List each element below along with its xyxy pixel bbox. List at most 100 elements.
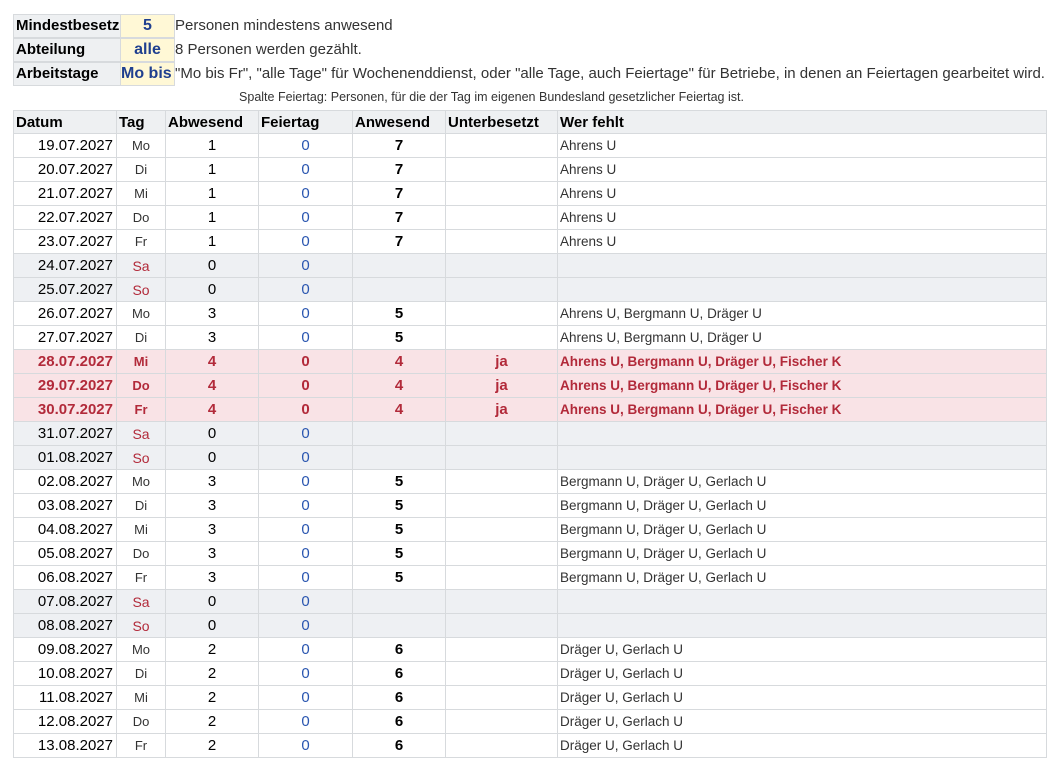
cell-tag[interactable]: Mi — [116, 685, 166, 710]
cell-unterbesetzt[interactable] — [445, 421, 558, 446]
cell-abwesend[interactable]: 1 — [165, 229, 259, 254]
cell-anwesend[interactable]: 5 — [352, 301, 446, 326]
cell-abwesend[interactable]: 2 — [165, 733, 259, 758]
cell-unterbesetzt[interactable] — [445, 685, 558, 710]
cell-unterbesetzt[interactable] — [445, 733, 558, 758]
cell-tag[interactable]: Do — [116, 541, 166, 566]
cell-anwesend[interactable]: 7 — [352, 205, 446, 230]
cell-abwesend[interactable]: 1 — [165, 181, 259, 206]
cell-abwesend[interactable]: 4 — [165, 397, 259, 422]
cell-unterbesetzt[interactable] — [445, 661, 558, 686]
cell-feiertag[interactable]: 0 — [258, 613, 353, 638]
cell-anwesend[interactable]: 6 — [352, 709, 446, 734]
cell-feiertag[interactable]: 0 — [258, 325, 353, 350]
cell-datum[interactable]: 03.08.2027 — [13, 493, 117, 518]
cell-datum[interactable]: 30.07.2027 — [13, 397, 117, 422]
cell-unterbesetzt[interactable] — [445, 493, 558, 518]
cell-datum[interactable]: 08.08.2027 — [13, 613, 117, 638]
cell-datum[interactable]: 07.08.2027 — [13, 589, 117, 614]
cell-feiertag[interactable]: 0 — [258, 733, 353, 758]
cell-tag[interactable]: Mo — [116, 301, 166, 326]
cell-tag[interactable]: Fr — [116, 229, 166, 254]
cell-anwesend[interactable]: 6 — [352, 685, 446, 710]
cell-datum[interactable]: 11.08.2027 — [13, 685, 117, 710]
cell-anwesend[interactable]: 7 — [352, 229, 446, 254]
cell-tag[interactable]: Di — [116, 325, 166, 350]
cell-abwesend[interactable]: 3 — [165, 469, 259, 494]
cell-unterbesetzt[interactable] — [445, 181, 558, 206]
cell-tag[interactable]: Mi — [116, 517, 166, 542]
cell-wer-fehlt[interactable]: Ahrens U, Bergmann U, Dräger U — [557, 325, 1047, 350]
cell-feiertag[interactable]: 0 — [258, 517, 353, 542]
setting-value-cell[interactable]: 5 — [120, 14, 175, 38]
cell-unterbesetzt[interactable] — [445, 613, 558, 638]
cell-feiertag[interactable]: 0 — [258, 133, 353, 158]
cell-abwesend[interactable]: 1 — [165, 205, 259, 230]
cell-wer-fehlt[interactable]: Bergmann U, Dräger U, Gerlach U — [557, 565, 1047, 590]
cell-wer-fehlt[interactable] — [557, 589, 1047, 614]
cell-wer-fehlt[interactable]: Dräger U, Gerlach U — [557, 709, 1047, 734]
cell-tag[interactable]: Do — [116, 205, 166, 230]
cell-datum[interactable]: 23.07.2027 — [13, 229, 117, 254]
cell-anwesend[interactable]: 6 — [352, 637, 446, 662]
cell-tag[interactable]: Sa — [116, 253, 166, 278]
cell-abwesend[interactable]: 3 — [165, 541, 259, 566]
cell-datum[interactable]: 19.07.2027 — [13, 133, 117, 158]
cell-feiertag[interactable]: 0 — [258, 661, 353, 686]
cell-unterbesetzt[interactable] — [445, 541, 558, 566]
column-header-unterbesetzt[interactable]: Unterbesetzt — [445, 110, 558, 134]
cell-tag[interactable]: Do — [116, 373, 166, 398]
cell-tag[interactable]: So — [116, 445, 166, 470]
cell-abwesend[interactable]: 2 — [165, 709, 259, 734]
cell-feiertag[interactable]: 0 — [258, 349, 353, 374]
cell-wer-fehlt[interactable]: Ahrens U — [557, 133, 1047, 158]
cell-datum[interactable]: 02.08.2027 — [13, 469, 117, 494]
cell-wer-fehlt[interactable]: Ahrens U — [557, 229, 1047, 254]
column-header-datum[interactable]: Datum — [13, 110, 117, 134]
cell-wer-fehlt[interactable] — [557, 277, 1047, 302]
cell-unterbesetzt[interactable] — [445, 205, 558, 230]
cell-feiertag[interactable]: 0 — [258, 277, 353, 302]
cell-wer-fehlt[interactable]: Ahrens U — [557, 205, 1047, 230]
cell-tag[interactable]: So — [116, 613, 166, 638]
cell-anwesend[interactable]: 4 — [352, 373, 446, 398]
cell-datum[interactable]: 10.08.2027 — [13, 661, 117, 686]
cell-wer-fehlt[interactable] — [557, 613, 1047, 638]
cell-datum[interactable]: 31.07.2027 — [13, 421, 117, 446]
cell-unterbesetzt[interactable] — [445, 229, 558, 254]
cell-feiertag[interactable]: 0 — [258, 493, 353, 518]
cell-unterbesetzt[interactable] — [445, 469, 558, 494]
cell-feiertag[interactable]: 0 — [258, 397, 353, 422]
column-header-wer-fehlt[interactable]: Wer fehlt — [557, 110, 1047, 134]
cell-datum[interactable]: 01.08.2027 — [13, 445, 117, 470]
cell-datum[interactable]: 24.07.2027 — [13, 253, 117, 278]
cell-anwesend[interactable]: 6 — [352, 661, 446, 686]
cell-abwesend[interactable]: 0 — [165, 277, 259, 302]
cell-feiertag[interactable]: 0 — [258, 685, 353, 710]
cell-datum[interactable]: 20.07.2027 — [13, 157, 117, 182]
cell-wer-fehlt[interactable] — [557, 445, 1047, 470]
cell-wer-fehlt[interactable]: Bergmann U, Dräger U, Gerlach U — [557, 469, 1047, 494]
cell-datum[interactable]: 04.08.2027 — [13, 517, 117, 542]
cell-anwesend[interactable]: 5 — [352, 469, 446, 494]
cell-anwesend[interactable]: 4 — [352, 349, 446, 374]
cell-wer-fehlt[interactable]: Dräger U, Gerlach U — [557, 637, 1047, 662]
cell-anwesend[interactable] — [352, 613, 446, 638]
cell-feiertag[interactable]: 0 — [258, 445, 353, 470]
cell-anwesend[interactable]: 6 — [352, 733, 446, 758]
cell-tag[interactable]: So — [116, 277, 166, 302]
cell-anwesend[interactable]: 5 — [352, 541, 446, 566]
cell-abwesend[interactable]: 3 — [165, 325, 259, 350]
cell-wer-fehlt[interactable]: Ahrens U — [557, 157, 1047, 182]
column-header-abwesend[interactable]: Abwesend — [165, 110, 259, 134]
cell-feiertag[interactable]: 0 — [258, 229, 353, 254]
cell-abwesend[interactable]: 2 — [165, 661, 259, 686]
cell-wer-fehlt[interactable] — [557, 421, 1047, 446]
cell-anwesend[interactable]: 5 — [352, 517, 446, 542]
cell-abwesend[interactable]: 3 — [165, 517, 259, 542]
cell-unterbesetzt[interactable] — [445, 565, 558, 590]
cell-wer-fehlt[interactable]: Bergmann U, Dräger U, Gerlach U — [557, 541, 1047, 566]
cell-feiertag[interactable]: 0 — [258, 301, 353, 326]
cell-wer-fehlt[interactable]: Ahrens U, Bergmann U, Dräger U, Fischer … — [557, 397, 1047, 422]
cell-abwesend[interactable]: 4 — [165, 349, 259, 374]
